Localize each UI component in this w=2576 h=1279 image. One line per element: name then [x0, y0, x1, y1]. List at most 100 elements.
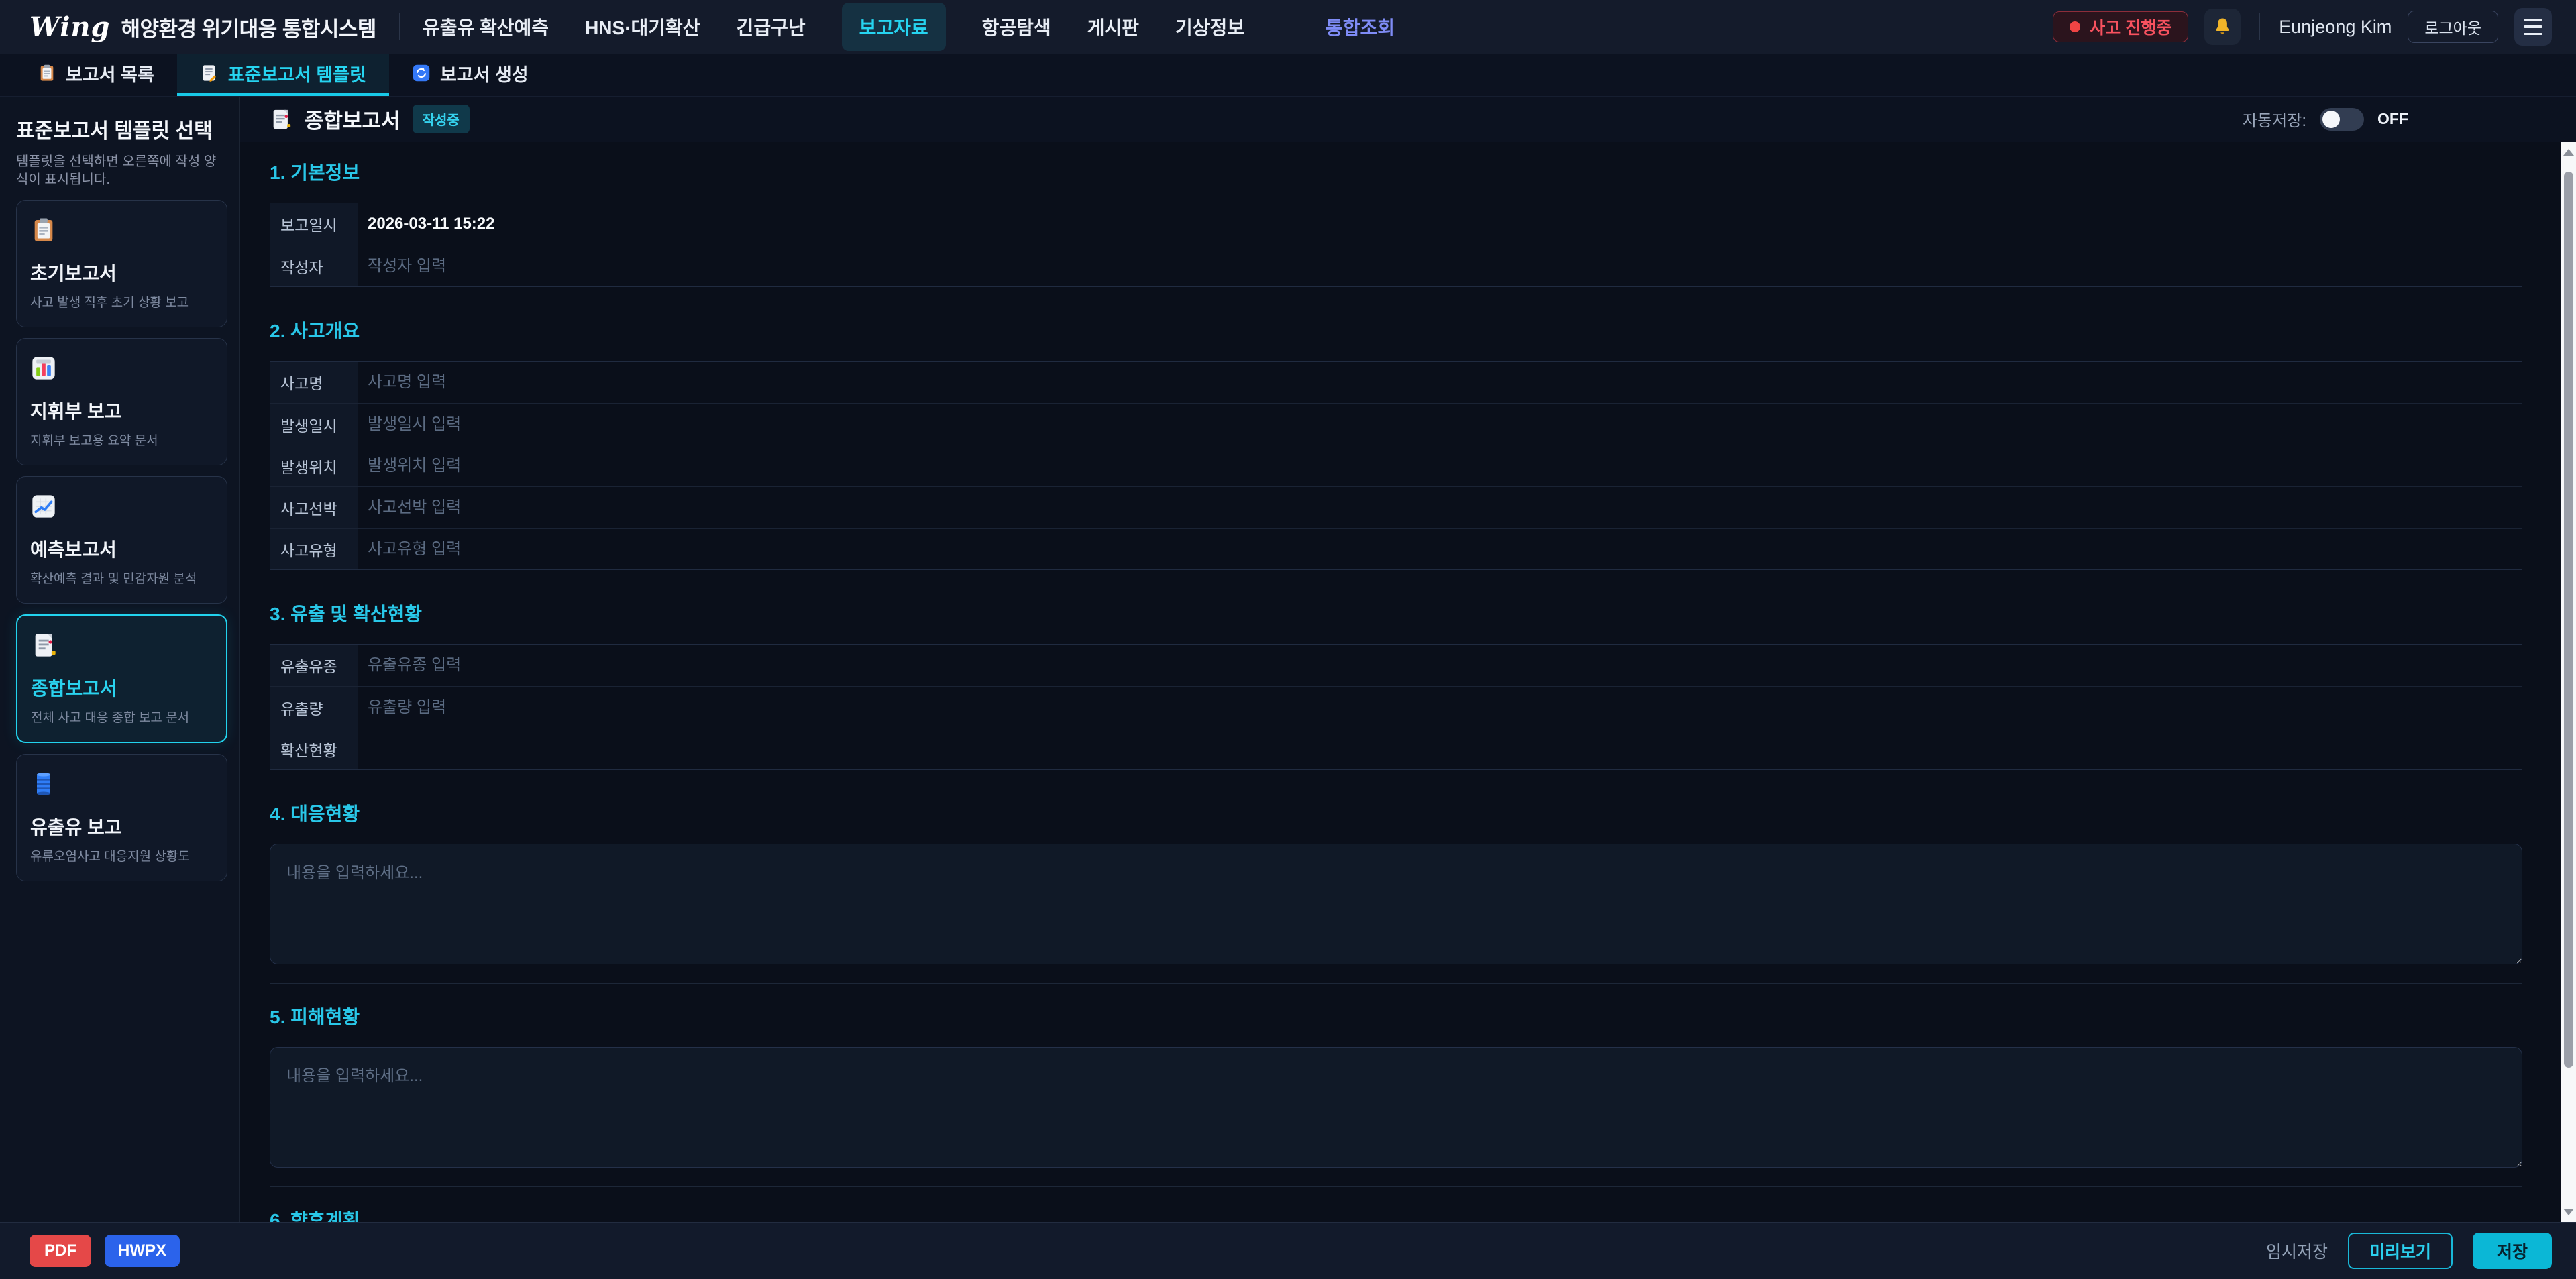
sidebar-subtitle: 템플릿을 선택하면 오른쪽에 작성 양식이 표시됩니다. — [16, 153, 227, 189]
hamburger-menu-button[interactable] — [2514, 8, 2552, 46]
export-hwpx-button[interactable]: HWPX — [105, 1235, 180, 1267]
nav-item-report-data[interactable]: 보고자료 — [842, 3, 946, 51]
tab-report-generate[interactable]: 보고서 생성 — [389, 54, 551, 96]
template-name: 지휘부 보고 — [30, 397, 213, 424]
scroll-down-arrow[interactable] — [2561, 1202, 2576, 1222]
basic-info-table: 보고일시 작성자 — [270, 203, 2522, 287]
toggle-knob — [2322, 111, 2340, 128]
incident-vessel-input[interactable] — [358, 487, 2522, 528]
export-pdf-button[interactable]: PDF — [30, 1235, 91, 1267]
row-value — [358, 445, 2522, 486]
incident-status-badge[interactable]: 사고 진행중 — [2053, 11, 2188, 42]
brand: Wing 해양환경 위기대응 통합시스템 — [30, 11, 376, 43]
table-row: 보고일시 — [270, 203, 2522, 245]
row-value — [358, 728, 2522, 769]
diffusion-status-input[interactable] — [358, 728, 2522, 769]
nav-item-board[interactable]: 게시판 — [1087, 13, 1139, 40]
occurrence-datetime-input[interactable] — [358, 404, 2522, 445]
save-button[interactable]: 저장 — [2473, 1233, 2552, 1269]
logout-button[interactable]: 로그아웃 — [2408, 11, 2498, 43]
tab-report-list[interactable]: 보고서 목록 — [15, 54, 177, 96]
memo-pencil-icon — [200, 64, 219, 82]
section-heading-response-status: 4. 대응현황 — [270, 799, 2522, 826]
divider — [2259, 13, 2260, 40]
scroll-up-arrow[interactable] — [2561, 142, 2576, 162]
notification-button[interactable] — [2204, 9, 2241, 45]
nav-right: 사고 진행중 Eunjeong Kim 로그아웃 — [2053, 8, 2552, 46]
template-card-comprehensive-report[interactable]: 종합보고서 전체 사고 대응 종합 보고 문서 — [16, 614, 227, 743]
tab-label: 표준보고서 템플릿 — [228, 60, 366, 87]
row-label: 사고명 — [270, 362, 358, 403]
row-value — [358, 687, 2522, 728]
section-heading-future-plan: 6. 향후계획 — [270, 1206, 2522, 1222]
row-value — [358, 645, 2522, 686]
occurrence-location-input[interactable] — [358, 445, 2522, 486]
section-divider — [270, 983, 2522, 984]
report-form: 1. 기본정보 보고일시 작성자 — [240, 142, 2576, 1222]
row-label: 유출량 — [270, 687, 358, 728]
incident-type-input[interactable] — [358, 529, 2522, 569]
triangle-up-icon — [2563, 149, 2574, 156]
response-status-textarea[interactable] — [270, 844, 2522, 964]
triangle-down-icon — [2563, 1209, 2574, 1215]
autosave-state: OFF — [2377, 110, 2408, 128]
autosave-toggle[interactable] — [2320, 108, 2364, 131]
template-desc: 전체 사고 대응 종합 보고 문서 — [31, 708, 213, 726]
top-nav: Wing 해양환경 위기대응 통합시스템 유출유 확산예측 HNS·대기확산 긴… — [0, 0, 2576, 54]
table-row: 사고명 — [270, 362, 2522, 403]
report-datetime-input[interactable] — [358, 203, 2522, 245]
oil-drum-icon — [30, 771, 57, 797]
table-row: 사고유형 — [270, 528, 2522, 569]
row-label: 발생일시 — [270, 404, 358, 445]
template-card-initial-report[interactable]: 초기보고서 사고 발생 직후 초기 상황 보고 — [16, 200, 227, 327]
template-card-command-report[interactable]: 지휘부 보고 지휘부 보고용 요약 문서 — [16, 338, 227, 465]
tab-standard-template[interactable]: 표준보고서 템플릿 — [177, 54, 389, 96]
incident-badge-label: 사고 진행중 — [2090, 15, 2171, 39]
status-badge: 작성중 — [413, 105, 470, 133]
nav-item-weather[interactable]: 기상정보 — [1175, 13, 1244, 40]
table-row: 유출량 — [270, 686, 2522, 728]
incident-name-input[interactable] — [358, 362, 2522, 403]
sidebar-title: 표준보고서 템플릿 선택 — [16, 114, 227, 144]
template-desc: 사고 발생 직후 초기 상황 보고 — [30, 292, 213, 311]
memo-icon — [31, 632, 58, 659]
scrollbar-thumb[interactable] — [2564, 172, 2573, 1068]
tab-label: 보고서 생성 — [440, 60, 529, 87]
spill-amount-input[interactable] — [358, 687, 2522, 728]
action-footer: PDF HWPX 임시저장 미리보기 저장 — [0, 1222, 2576, 1279]
section-heading-incident-overview: 2. 사고개요 — [270, 317, 2522, 343]
autosave-label: 자동저장: — [2243, 107, 2306, 131]
row-value — [358, 487, 2522, 528]
template-desc: 확산예측 결과 및 민감자원 분석 — [30, 569, 213, 587]
template-name: 종합보고서 — [31, 674, 213, 701]
refresh-icon — [412, 64, 431, 82]
divider — [399, 13, 400, 40]
report-header: 종합보고서 작성중 자동저장: OFF — [240, 97, 2576, 142]
table-row: 발생일시 — [270, 403, 2522, 445]
app-title: 해양환경 위기대응 통합시스템 — [121, 12, 376, 42]
template-name: 유출유 보고 — [30, 813, 213, 840]
table-row: 사고선박 — [270, 486, 2522, 528]
vertical-scrollbar[interactable] — [2561, 142, 2576, 1222]
nav-item-hns-air-diffusion[interactable]: HNS·대기확산 — [585, 13, 700, 40]
autosave-control: 자동저장: OFF — [2243, 107, 2408, 131]
temp-save-button[interactable]: 임시저장 — [2266, 1239, 2328, 1263]
row-value — [358, 404, 2522, 445]
row-label: 확산현황 — [270, 728, 358, 769]
author-input[interactable] — [358, 245, 2522, 286]
template-card-oil-spill-report[interactable]: 유출유 보고 유류오염사고 대응지원 상황도 — [16, 754, 227, 881]
table-row: 작성자 — [270, 245, 2522, 286]
oil-type-input[interactable] — [358, 645, 2522, 686]
preview-button[interactable]: 미리보기 — [2348, 1233, 2453, 1269]
nav-item-oil-spill-prediction[interactable]: 유출유 확산예측 — [423, 13, 549, 40]
nav-item-air-search[interactable]: 항공탐색 — [982, 13, 1051, 40]
bar-chart-icon — [30, 355, 57, 382]
memo-icon — [270, 108, 292, 131]
nav-item-emergency-rescue[interactable]: 긴급구난 — [737, 13, 806, 40]
template-card-prediction-report[interactable]: 예측보고서 확산예측 결과 및 민감자원 분석 — [16, 476, 227, 604]
nav-menu: 유출유 확산예측 HNS·대기확산 긴급구난 보고자료 항공탐색 게시판 기상정… — [423, 3, 1395, 51]
nav-item-integrated-search[interactable]: 통합조회 — [1326, 13, 1395, 40]
damage-status-textarea[interactable] — [270, 1047, 2522, 1168]
row-label: 사고선박 — [270, 487, 358, 528]
section-heading-damage-status: 5. 피해현황 — [270, 1003, 2522, 1030]
